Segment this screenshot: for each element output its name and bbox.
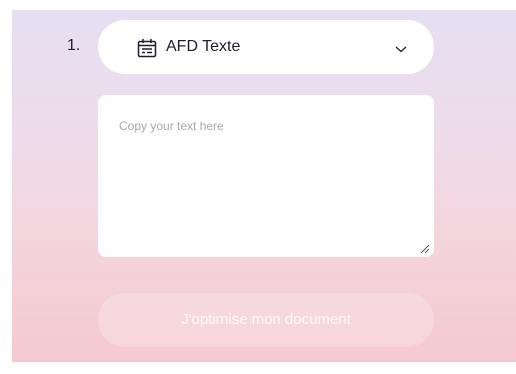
document-type-label: AFD Texte	[166, 38, 241, 55]
document-type-select[interactable]: AFD Texte	[98, 20, 434, 74]
calendar-document-icon	[137, 38, 157, 58]
text-input[interactable]	[98, 95, 434, 257]
optimize-document-button[interactable]: J'optimise mon document	[98, 293, 434, 347]
chevron-down-icon[interactable]	[394, 41, 408, 53]
resize-handle-icon[interactable]	[418, 241, 430, 254]
text-input-container	[98, 95, 434, 257]
step-number: 1.	[67, 37, 81, 54]
